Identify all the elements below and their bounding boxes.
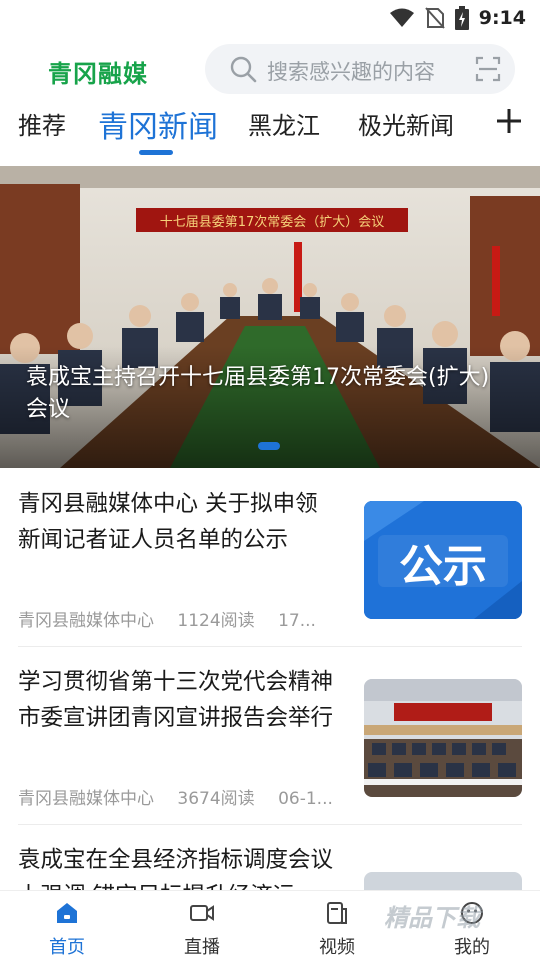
- thumb-text: 公示: [399, 541, 487, 592]
- status-bar: 9:14: [0, 0, 540, 36]
- no-sim-icon: [424, 7, 445, 29]
- news-reads: 1124阅读: [177, 611, 255, 631]
- watermark: 精品下载: [384, 904, 480, 932]
- banner-caption[interactable]: 袁成宝主持召开十七届县委第17次常委会(扩大)会议: [26, 362, 506, 426]
- nav-home[interactable]: 首页: [22, 891, 112, 961]
- add-channel-icon[interactable]: [494, 106, 524, 136]
- tab-recommend[interactable]: 推荐: [18, 106, 66, 141]
- divider: [18, 824, 522, 825]
- news-thumbnail[interactable]: 公示: [364, 501, 522, 619]
- announcement-graphic: 公示: [364, 501, 522, 619]
- news-meta: 青冈县融媒体中心 3674阅读 06-1...: [18, 784, 351, 809]
- news-meta: 青冈县融媒体中心 1124阅读 17...: [18, 606, 334, 631]
- scan-icon[interactable]: [475, 56, 501, 82]
- search-placeholder: 搜索感兴趣的内容: [267, 60, 435, 84]
- news-source: 青冈县融媒体中心: [18, 789, 154, 809]
- live-camera-icon: [190, 905, 214, 921]
- banner-red-title: 十七届县委第17次常委会（扩大）会议: [160, 214, 385, 230]
- news-item[interactable]: 袁成宝在全县经济指标调度会议上强调 锚定目标提升经济运: [0, 836, 540, 890]
- meeting-hall-photo: [364, 679, 522, 797]
- news-date: 06-1...: [278, 789, 333, 809]
- news-reads: 3674阅读: [177, 789, 255, 809]
- wifi-icon: [389, 8, 414, 27]
- carousel-indicator: [258, 442, 280, 450]
- news-thumbnail[interactable]: [364, 872, 522, 890]
- active-tab-indicator: [139, 150, 173, 155]
- nav-profile-label: 我的: [454, 937, 490, 958]
- app-header: 青冈融媒 搜索感兴趣的内容: [0, 40, 540, 100]
- search-icon: [230, 56, 257, 83]
- tab-qinggang-news[interactable]: 青冈新闻: [98, 102, 218, 146]
- video-icon: [327, 902, 347, 924]
- app-logo: 青冈融媒: [48, 60, 148, 88]
- news-title[interactable]: 学习贯彻省第十三次党代会精神市委宣讲团青冈宣讲报告会举行: [18, 664, 338, 736]
- battery-icon: [454, 6, 469, 30]
- nav-live-label: 直播: [184, 937, 220, 958]
- news-source: 青冈县融媒体中心: [18, 611, 154, 631]
- status-time: 9:14: [478, 7, 526, 29]
- channel-tabs: 推荐 青冈新闻 黑龙江 极光新闻: [0, 100, 540, 162]
- divider: [18, 646, 522, 647]
- search-bar[interactable]: 搜索感兴趣的内容: [205, 44, 515, 94]
- nav-video[interactable]: 视频: [292, 891, 382, 961]
- nav-home-label: 首页: [49, 937, 85, 958]
- news-date: 17...: [278, 611, 316, 631]
- home-icon: [57, 903, 77, 923]
- news-title[interactable]: 袁成宝在全县经济指标调度会议上强调 锚定目标提升经济运: [18, 842, 338, 890]
- news-thumbnail[interactable]: [364, 679, 522, 797]
- nav-live[interactable]: 直播: [157, 891, 247, 961]
- tab-aurora-news[interactable]: 极光新闻: [358, 106, 454, 141]
- news-title[interactable]: 青冈县融媒体中心 关于拟申领新闻记者证人员名单的公示: [18, 486, 338, 558]
- tab-heilongjiang[interactable]: 黑龙江: [248, 106, 320, 141]
- nav-video-label: 视频: [319, 937, 355, 958]
